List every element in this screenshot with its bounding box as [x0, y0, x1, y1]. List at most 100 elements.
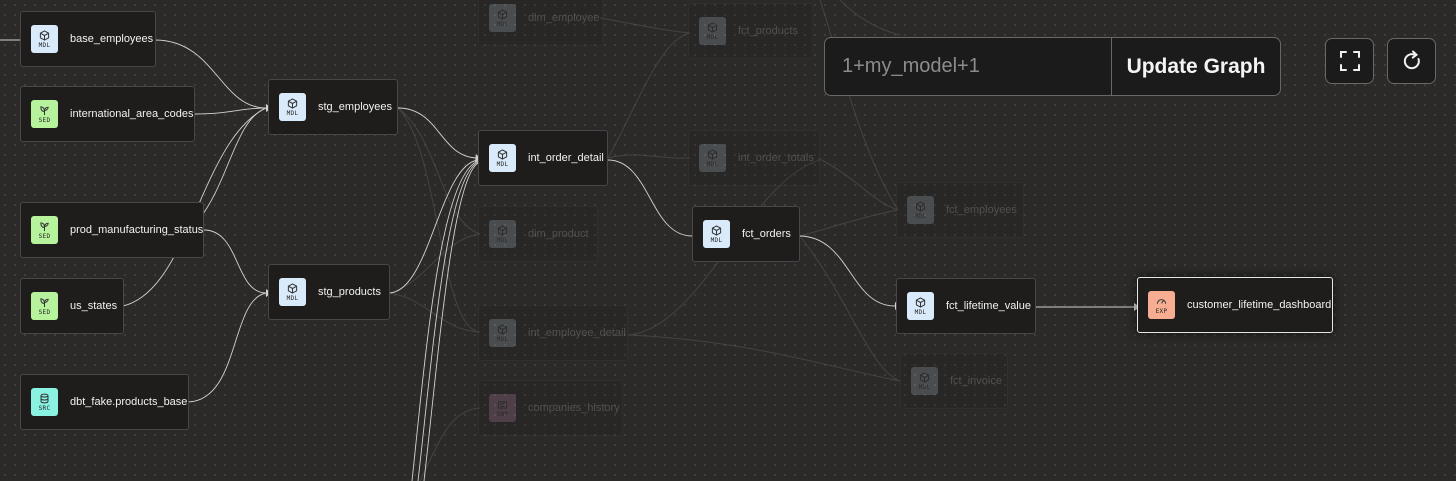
badge-tag: MDL — [496, 335, 509, 343]
node-int-order-detail[interactable]: MDL int_order_detail — [478, 130, 608, 186]
snapshot-badge: SNP — [489, 394, 516, 422]
model-icon — [287, 97, 298, 109]
node-base-employees[interactable]: MDL base_employees — [20, 11, 156, 67]
node-label: customer_lifetime_dashboard — [1187, 299, 1332, 311]
node-label: stg_products — [318, 286, 381, 298]
badge-tag: MDL — [286, 109, 299, 117]
node-prod-manufacturing-status[interactable]: SED prod_manufacturing_status — [20, 202, 204, 258]
node-fct-lifetime-value[interactable]: MDL fct_lifetime_value — [896, 278, 1036, 334]
model-badge: MDL — [279, 93, 306, 121]
node-label: fct_invoice — [950, 375, 1002, 387]
node-fct-employees[interactable]: MDL fct_employees — [896, 182, 1024, 238]
model-badge: MDL — [703, 220, 730, 248]
snapshot-icon — [497, 399, 508, 410]
node-customer-lifetime-dashboard[interactable]: EXP customer_lifetime_dashboard — [1137, 277, 1333, 333]
model-icon — [915, 296, 926, 308]
model-badge: MDL — [907, 292, 934, 320]
model-icon — [915, 200, 926, 212]
badge-tag: SED — [38, 116, 51, 124]
badge-tag: MDL — [710, 236, 723, 244]
model-icon — [707, 148, 718, 160]
model-icon — [497, 8, 508, 20]
badge-tag: SED — [38, 232, 51, 240]
node-int-order-totals[interactable]: MDL int_order_totals — [688, 130, 820, 186]
model-icon — [497, 148, 508, 160]
node-label: int_order_totals — [738, 152, 814, 164]
seed-icon — [39, 297, 50, 308]
model-icon — [707, 21, 718, 33]
fullscreen-icon — [1339, 51, 1360, 71]
node-label: dim_product — [528, 228, 589, 240]
badge-tag: MDL — [38, 41, 51, 49]
fullscreen-button[interactable] — [1325, 38, 1374, 84]
node-companies-history[interactable]: SNP companies_history — [478, 380, 623, 436]
node-label: stg_employees — [318, 101, 392, 113]
node-label: base_employees — [70, 33, 154, 45]
badge-tag: MDL — [496, 160, 509, 168]
model-badge: MDL — [489, 220, 516, 248]
source-badge: SRC — [31, 388, 58, 416]
node-label: fct_orders — [742, 228, 791, 240]
seed-badge: SED — [31, 292, 58, 320]
badge-tag: MDL — [918, 383, 931, 391]
badge-tag: MDL — [496, 236, 509, 244]
node-label: us_states — [70, 300, 118, 312]
node-label: int_employee_detail — [528, 327, 626, 339]
node-label: int_order_detail — [528, 152, 604, 164]
model-badge: MDL — [489, 4, 516, 32]
node-dim-employee[interactable]: MDL dim_employee — [478, 0, 603, 46]
refresh-icon — [1403, 50, 1420, 70]
node-dim-product[interactable]: MDL dim_product — [478, 206, 598, 262]
graph-query-bar: Update Graph — [824, 37, 1281, 96]
badge-tag: SRC — [38, 404, 51, 412]
graph-query-input[interactable] — [825, 38, 1111, 95]
badge-tag: SNP — [496, 410, 509, 418]
node-fct-invoice[interactable]: MDL fct_invoice — [900, 353, 1008, 409]
node-international-area-codes[interactable]: SED international_area_codes — [20, 86, 195, 142]
model-icon — [711, 224, 722, 236]
model-icon — [497, 323, 508, 335]
model-icon — [287, 282, 298, 294]
model-badge: MDL — [489, 319, 516, 347]
badge-tag: MDL — [706, 33, 719, 41]
model-icon — [497, 224, 508, 236]
node-label: companies_history — [528, 402, 620, 414]
badge-tag: MDL — [496, 20, 509, 28]
node-us-states[interactable]: SED us_states — [20, 278, 124, 334]
node-stg-employees[interactable]: MDL stg_employees — [268, 79, 398, 135]
node-label: fct_lifetime_value — [946, 300, 1031, 312]
source-icon — [39, 393, 50, 404]
model-badge: MDL — [279, 278, 306, 306]
model-badge: MDL — [907, 196, 934, 224]
node-stg-products[interactable]: MDL stg_products — [268, 264, 390, 320]
exposure-icon — [1156, 296, 1167, 307]
badge-tag: MDL — [286, 294, 299, 302]
model-badge: MDL — [699, 17, 726, 45]
seed-icon — [39, 221, 50, 232]
node-label: dbt_fake.products_base — [70, 396, 188, 408]
badge-tag: SED — [38, 308, 51, 316]
model-badge: MDL — [489, 144, 516, 172]
node-fct-orders[interactable]: MDL fct_orders — [692, 206, 800, 262]
node-label: international_area_codes — [70, 108, 194, 120]
model-icon — [39, 29, 50, 41]
badge-tag: MDL — [706, 160, 719, 168]
update-graph-button[interactable]: Update Graph — [1111, 38, 1280, 95]
node-label: fct_products — [738, 25, 798, 37]
badge-tag: MDL — [914, 308, 927, 316]
node-dbt-fake-products-base[interactable]: SRC dbt_fake.products_base — [20, 374, 189, 430]
badge-tag: EXP — [1155, 307, 1168, 315]
node-label: prod_manufacturing_status — [70, 224, 204, 236]
model-icon — [919, 371, 930, 383]
seed-icon — [39, 105, 50, 116]
model-badge: MDL — [699, 144, 726, 172]
model-badge: MDL — [31, 25, 58, 53]
node-fct-products[interactable]: MDL fct_products — [688, 3, 813, 59]
node-label: dim_employee — [528, 12, 600, 24]
refresh-button[interactable] — [1387, 38, 1436, 84]
node-int-employee-detail[interactable]: MDL int_employee_detail — [478, 305, 628, 361]
exposure-badge: EXP — [1148, 291, 1175, 319]
model-badge: MDL — [911, 367, 938, 395]
seed-badge: SED — [31, 100, 58, 128]
seed-badge: SED — [31, 216, 58, 244]
